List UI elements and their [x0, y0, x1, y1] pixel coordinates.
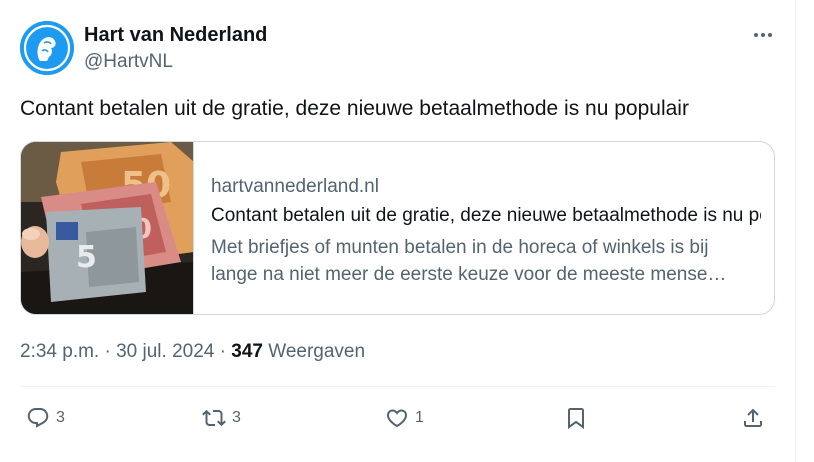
share-icon	[744, 408, 762, 427]
more-dot-icon	[761, 33, 765, 37]
heart-icon	[386, 409, 408, 428]
tweet-time[interactable]: 2:34 p.m.	[20, 341, 99, 362]
more-options-button[interactable]	[746, 22, 780, 48]
author-handle[interactable]: @HartvNL	[84, 51, 173, 73]
card-description: Met briefjes of munten betalen in de hor…	[211, 234, 761, 288]
tweet-text: Contant betalen uit de gratie, deze nieu…	[20, 97, 689, 120]
meta-separator: ·	[219, 341, 226, 362]
repost-icon	[202, 409, 226, 427]
reply-count: 3	[56, 409, 65, 426]
avatar[interactable]	[20, 21, 74, 75]
card-description-line: lange na niet meer de eerste keuze voor …	[211, 264, 727, 285]
card-description-line: Met briefjes of munten betalen in de hor…	[211, 237, 709, 258]
svg-text:5: 5	[76, 240, 97, 275]
tweet-date[interactable]: 30 jul. 2024	[116, 341, 214, 362]
actions-divider	[20, 386, 775, 387]
like-count: 1	[415, 409, 424, 426]
share-button[interactable]	[741, 403, 765, 433]
right-divider	[795, 0, 796, 462]
tweet-meta: 2:34 p.m. · 30 jul. 2024 · 347 Weergaven	[20, 341, 365, 363]
like-button[interactable]: 1	[385, 403, 424, 433]
repost-button[interactable]: 3	[202, 403, 241, 433]
author-name[interactable]: Hart van Nederland	[84, 24, 267, 47]
views-count: 347	[231, 341, 263, 362]
hart-logo-icon	[20, 21, 74, 75]
bookmark-icon	[568, 408, 584, 429]
repost-count: 3	[232, 409, 241, 426]
card-domain: hartvannederland.nl	[211, 176, 379, 197]
reply-button[interactable]: 3	[26, 403, 65, 433]
bookmark-button[interactable]	[564, 403, 588, 433]
more-dot-icon	[768, 33, 772, 37]
reply-icon	[27, 408, 49, 428]
meta-separator: ·	[104, 341, 111, 362]
link-preview-card[interactable]: 50 10 5 hartvannederland.nl Contant beta…	[20, 141, 775, 315]
views-label: Weergaven	[268, 341, 366, 362]
more-dot-icon	[754, 33, 758, 37]
card-image[interactable]: 50 10 5	[21, 142, 194, 314]
card-title: Contant betalen uit de gratie, deze nieu…	[211, 205, 761, 226]
